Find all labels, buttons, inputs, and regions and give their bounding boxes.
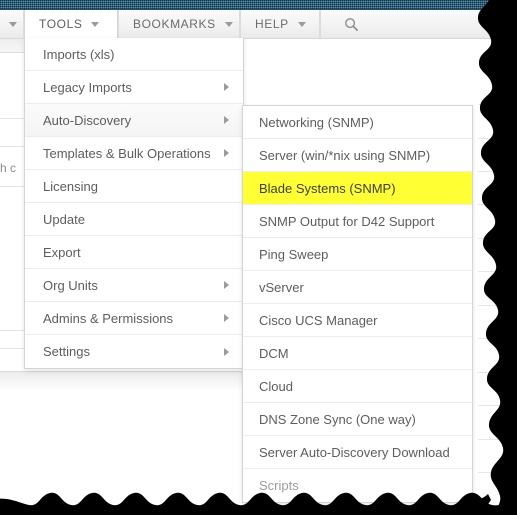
menu-item-label: Licensing (43, 178, 98, 194)
submenu-item-label: Blade Systems (SNMP) (259, 180, 396, 196)
background-divider (0, 348, 24, 349)
menu-item-licensing[interactable]: Licensing (25, 170, 243, 203)
background-divider (0, 186, 24, 187)
search-icon (344, 17, 358, 31)
chevron-right-icon (224, 281, 229, 289)
chevron-down-icon (224, 21, 233, 27)
menubar-tab-help-label: HELP (255, 17, 289, 31)
submenu-item-snmp-output-for-d42-support[interactable]: SNMP Output for D42 Support (243, 205, 472, 238)
menu-item-admins-permissions[interactable]: Admins & Permissions (25, 302, 243, 335)
background-divider (478, 472, 517, 473)
menu-item-export[interactable]: Export (25, 236, 243, 269)
submenu-item-server-win-nix-using-snmp[interactable]: Server (win/*nix using SNMP) (243, 139, 472, 172)
submenu-item-scripts[interactable]: Scripts (243, 469, 472, 502)
chevron-right-icon (224, 149, 229, 157)
menubar-tab-bookmarks[interactable]: BOOKMARKS (118, 10, 240, 38)
submenu-item-label: Scripts (259, 478, 299, 493)
menubar-tab-bookmarks-label: BOOKMARKS (133, 17, 216, 31)
menu-item-label: Admins & Permissions (43, 310, 174, 326)
chevron-down-icon (9, 21, 17, 27)
background-divider (478, 238, 517, 239)
submenu-item-vserver[interactable]: vServer (243, 271, 472, 304)
menubar-tab-help[interactable]: HELP (240, 10, 320, 38)
submenu-item-label: Ping Sweep (259, 246, 329, 262)
submenu-item-blade-systems-snmp[interactable]: Blade Systems (SNMP) (243, 172, 472, 205)
submenu-item-ping-sweep[interactable]: Ping Sweep (243, 238, 472, 271)
background-divider (478, 439, 517, 440)
menubar-tab-tools-label: TOOLS (39, 17, 83, 31)
submenu-item-server-auto-discovery-download[interactable]: Server Auto-Discovery Download (243, 436, 472, 469)
background-divider (478, 171, 517, 172)
submenu-item-label: Server Auto-Discovery Download (259, 444, 450, 460)
background-divider (478, 138, 517, 139)
submenu-item-label: Cloud (259, 378, 293, 394)
main-menubar: TOOLS BOOKMARKS HELP (0, 10, 517, 39)
menu-item-label: Imports (xls) (43, 46, 115, 62)
background-left-header-cell (0, 38, 24, 53)
menubar-tab-partial-left[interactable] (0, 10, 24, 38)
menu-item-label: Settings (43, 344, 90, 359)
auto-discovery-submenu: Networking (SNMP) Server (win/*nix using… (242, 105, 473, 503)
menu-item-templates-bulk-operations[interactable]: Templates & Bulk Operations (25, 137, 243, 170)
background-left-column (0, 38, 25, 368)
search-button[interactable] (320, 10, 381, 38)
background-divider (478, 338, 517, 339)
menu-item-label: Export (43, 244, 81, 260)
background-right-column (478, 38, 517, 515)
menu-item-legacy-imports[interactable]: Legacy Imports (25, 71, 243, 104)
app-window: rch c TOOLS BOOKMARKS HELP (0, 0, 517, 515)
submenu-item-label: Cisco UCS Manager (259, 312, 378, 328)
submenu-item-label: vServer (259, 279, 304, 295)
menu-item-label: Org Units (43, 277, 98, 293)
submenu-item-dcm[interactable]: DCM (243, 337, 472, 370)
menu-item-update[interactable]: Update (25, 203, 243, 236)
chevron-down-icon (297, 21, 306, 27)
chevron-right-icon (224, 116, 229, 124)
background-divider (0, 146, 24, 147)
submenu-item-label: DNS Zone Sync (One way) (259, 411, 416, 427)
menu-item-org-units[interactable]: Org Units (25, 269, 243, 302)
background-divider (478, 204, 517, 205)
submenu-item-label: SNMP Output for D42 Support (259, 213, 435, 229)
background-divider (478, 405, 517, 406)
background-divider (478, 104, 517, 105)
chevron-right-icon (224, 347, 229, 356)
submenu-item-cisco-ucs-manager[interactable]: Cisco UCS Manager (243, 304, 472, 337)
menu-item-label: Update (43, 211, 85, 227)
background-divider (478, 372, 517, 373)
background-divider (0, 118, 24, 119)
dropdown-footer-shadow (0, 371, 242, 389)
submenu-item-cloud[interactable]: Cloud (243, 370, 472, 403)
submenu-item-label: Server (win/*nix using SNMP) (259, 147, 431, 163)
background-text-snippet: rch c (0, 161, 17, 175)
menu-item-auto-discovery[interactable]: Auto-Discovery (25, 104, 243, 137)
background-divider (478, 305, 517, 306)
chevron-down-icon (91, 21, 100, 27)
chevron-right-icon (224, 83, 229, 91)
menu-item-imports-xls[interactable]: Imports (xls) (25, 38, 243, 71)
menu-item-label: Auto-Discovery (43, 112, 132, 128)
chevron-right-icon (224, 314, 229, 322)
submenu-item-label: DCM (259, 345, 289, 361)
background-divider (478, 271, 517, 272)
submenu-item-label: Networking (SNMP) (259, 114, 374, 130)
submenu-item-networking-snmp[interactable]: Networking (SNMP) (243, 106, 472, 139)
menu-item-settings[interactable]: Settings (25, 335, 243, 368)
menu-item-label: Templates & Bulk Operations (43, 145, 211, 161)
title-accent-bar (0, 0, 517, 10)
menubar-tab-tools[interactable]: TOOLS (24, 10, 118, 38)
background-divider (0, 330, 24, 331)
tools-dropdown-menu: Imports (xls) Legacy Imports Auto-Discov… (24, 38, 244, 369)
menu-item-label: Legacy Imports (43, 79, 132, 95)
submenu-item-dns-zone-sync-one-way[interactable]: DNS Zone Sync (One way) (243, 403, 472, 436)
